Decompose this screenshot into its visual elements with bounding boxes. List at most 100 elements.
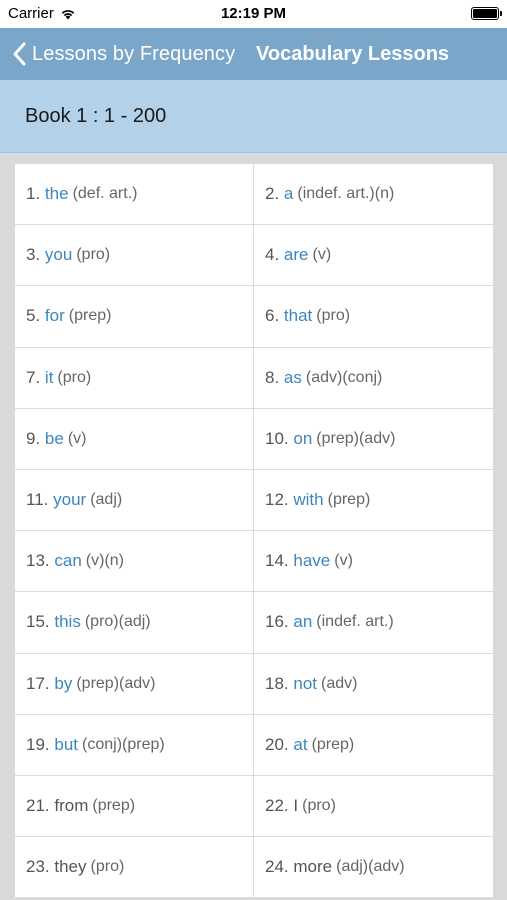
- word-number: 14.: [265, 551, 289, 571]
- part-of-speech: (pro): [57, 368, 92, 386]
- part-of-speech: (pro): [90, 858, 125, 876]
- word-cell[interactable]: 17. by (prep)(adv): [15, 653, 254, 715]
- word-link[interactable]: for: [45, 306, 65, 326]
- part-of-speech: (prep): [311, 735, 355, 753]
- word-cell[interactable]: 9. be (v): [15, 408, 254, 470]
- word-cell[interactable]: 14. have (v): [254, 531, 493, 593]
- word-number: 24.: [265, 857, 289, 877]
- part-of-speech: (pro): [302, 796, 336, 814]
- back-button[interactable]: Lessons by Frequency: [12, 28, 235, 80]
- word-number: 2.: [265, 184, 280, 204]
- status-bar: Carrier 12:19 PM: [0, 0, 507, 28]
- word-number: 6.: [265, 306, 280, 326]
- word-link[interactable]: that: [284, 306, 312, 326]
- section-title: Book 1 : 1 - 200: [25, 104, 167, 127]
- word-cell[interactable]: 23. they (pro): [15, 837, 254, 899]
- part-of-speech: (prep)(adv): [76, 674, 156, 692]
- word-link[interactable]: this: [54, 612, 80, 632]
- word-cell[interactable]: 18. not (adv): [254, 654, 493, 715]
- word-cell[interactable]: 12. with (prep): [254, 470, 493, 532]
- word-number: 5.: [26, 306, 41, 326]
- word-cell[interactable]: 22. I (pro): [254, 776, 493, 838]
- part-of-speech: (v): [334, 552, 353, 570]
- word-link[interactable]: with: [293, 490, 323, 510]
- part-of-speech: (v): [67, 429, 87, 447]
- word-cell[interactable]: 24. more (adj)(adv): [254, 837, 493, 899]
- word-cell[interactable]: 11. your (adj): [15, 469, 254, 532]
- word-link[interactable]: have: [293, 551, 330, 571]
- word-cell[interactable]: 6. that (pro): [254, 286, 493, 348]
- word-link[interactable]: by: [54, 674, 72, 694]
- part-of-speech: (v): [312, 246, 332, 264]
- word-number: 18.: [265, 673, 289, 693]
- word-link[interactable]: from: [54, 796, 88, 816]
- word-number: 7.: [26, 367, 41, 387]
- word-cell[interactable]: 4. are (v): [254, 225, 493, 287]
- word-number: 12.: [265, 490, 289, 510]
- word-cell[interactable]: 16. an (indef. art.): [254, 592, 493, 654]
- back-button-label: Lessons by Frequency: [32, 42, 236, 65]
- word-cell[interactable]: 10. on (prep)(adv): [254, 409, 493, 470]
- word-number: 21.: [26, 795, 50, 815]
- word-cell[interactable]: 3. you (pro): [15, 225, 254, 287]
- word-number: 16.: [265, 612, 289, 632]
- word-link[interactable]: at: [293, 735, 307, 755]
- word-number: 4.: [265, 245, 280, 265]
- word-number: 9.: [26, 428, 41, 448]
- word-cell[interactable]: 8. as (adv)(conj): [254, 348, 493, 409]
- word-link[interactable]: it: [45, 368, 54, 388]
- section-header: Book 1 : 1 - 200: [0, 80, 507, 153]
- word-link[interactable]: I: [293, 796, 298, 816]
- part-of-speech: (prep)(adv): [316, 429, 396, 447]
- word-link[interactable]: an: [293, 612, 312, 632]
- part-of-speech: (adv): [321, 674, 358, 692]
- word-cell[interactable]: 20. at (prep): [254, 715, 493, 776]
- word-number: 15.: [26, 612, 50, 632]
- word-link[interactable]: you: [45, 245, 72, 265]
- word-cell[interactable]: 7. it (pro): [15, 347, 254, 409]
- word-cell[interactable]: 13. can (v)(n): [15, 531, 254, 593]
- part-of-speech: (indef. art.)(n): [297, 185, 395, 203]
- word-number: 17.: [26, 673, 50, 693]
- word-link[interactable]: are: [284, 245, 309, 265]
- clock: 12:19 PM: [220, 5, 287, 22]
- part-of-speech: (pro)(adj): [84, 613, 151, 631]
- word-number: 10.: [265, 428, 289, 448]
- page-title: Vocabulary Lessons: [256, 42, 450, 65]
- word-cell[interactable]: 15. this (pro)(adj): [15, 592, 254, 654]
- word-cell[interactable]: 1. the (def. art.): [15, 164, 254, 226]
- word-link[interactable]: the: [45, 184, 69, 204]
- word-link[interactable]: but: [54, 735, 78, 755]
- part-of-speech: (v)(n): [85, 552, 125, 570]
- word-link[interactable]: be: [45, 429, 64, 449]
- part-of-speech: (adj)(adv): [336, 858, 405, 876]
- word-grid: 1. the (def. art.) 2. a (indef. art.)(n) 3. …: [15, 164, 493, 899]
- part-of-speech: (prep): [327, 491, 371, 509]
- word-number: 1.: [26, 184, 41, 204]
- word-link[interactable]: can: [54, 551, 81, 571]
- word-number: 13.: [26, 551, 50, 571]
- part-of-speech: (conj)(prep): [82, 735, 165, 753]
- part-of-speech: (prep): [92, 796, 136, 814]
- part-of-speech: (pro): [76, 246, 111, 264]
- chevron-left-icon: [13, 42, 26, 66]
- word-link[interactable]: they: [54, 857, 86, 877]
- word-cell[interactable]: 21. from (prep): [15, 775, 254, 838]
- part-of-speech: (adv)(conj): [305, 368, 383, 386]
- word-number: 11.: [26, 490, 49, 510]
- word-link[interactable]: more: [293, 857, 332, 877]
- word-number: 22.: [265, 795, 289, 815]
- word-link[interactable]: a: [284, 184, 293, 204]
- word-cell[interactable]: 2. a (indef. art.)(n): [254, 164, 493, 226]
- word-link[interactable]: not: [293, 674, 317, 694]
- word-cell[interactable]: 5. for (prep): [15, 286, 254, 348]
- word-link[interactable]: your: [53, 490, 86, 510]
- battery-icon: [471, 7, 502, 20]
- part-of-speech: (def. art.): [72, 185, 138, 203]
- word-cell[interactable]: 19. but (conj)(prep): [15, 714, 254, 776]
- word-number: 20.: [265, 734, 289, 754]
- navigation-bar: Lessons by Frequency Vocabulary Lessons: [0, 28, 507, 80]
- word-link[interactable]: as: [284, 368, 302, 388]
- word-number: 3.: [26, 245, 41, 265]
- word-link[interactable]: on: [293, 429, 312, 449]
